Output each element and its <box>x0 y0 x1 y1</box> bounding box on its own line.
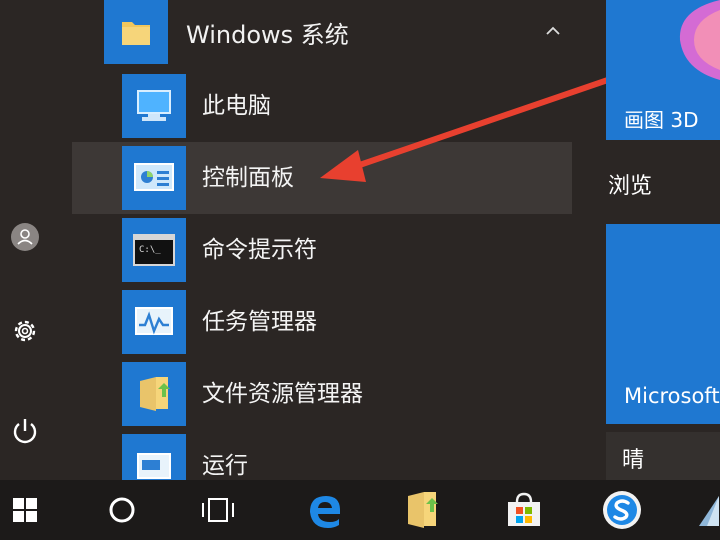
power-button[interactable] <box>4 410 46 452</box>
paint-3d-icon <box>679 0 720 80</box>
app-label: 此电脑 <box>202 93 271 119</box>
store-icon <box>504 490 544 530</box>
edge-icon <box>304 490 344 530</box>
app-label: 控制面板 <box>202 165 294 191</box>
folder-icon <box>119 16 153 48</box>
tile-label: 画图 3D <box>624 108 699 132</box>
tile-column: 画图 3D 浏览 Microsoft 晴 <box>606 0 720 480</box>
sogou-icon <box>601 489 643 531</box>
folder-tile <box>104 0 168 64</box>
computer-icon <box>122 74 186 138</box>
tile-label: Microsoft <box>624 384 720 408</box>
taskbar <box>0 480 720 540</box>
file-explorer-icon <box>402 488 442 532</box>
start-menu: Windows 系统 此电脑 控制面板 C:\_ 命令提示符 任务管理器 文件资… <box>0 0 720 498</box>
sogou-button[interactable] <box>592 480 652 540</box>
settings-button[interactable] <box>4 310 46 352</box>
start-button[interactable] <box>0 480 50 540</box>
task-view-icon <box>200 495 236 525</box>
settings-icon <box>8 314 42 348</box>
app-command-prompt[interactable]: C:\_ 命令提示符 <box>72 214 572 286</box>
edge-button[interactable] <box>294 480 354 540</box>
app-icon <box>689 490 719 530</box>
power-icon <box>9 415 41 447</box>
app-label: 文件资源管理器 <box>202 381 363 407</box>
user-account-button[interactable] <box>4 216 46 258</box>
tile-weather[interactable]: 晴 <box>606 432 720 480</box>
app-task-manager[interactable]: 任务管理器 <box>72 286 572 358</box>
windows-start-icon <box>12 497 38 523</box>
app-label: 命令提示符 <box>202 237 317 263</box>
file-explorer-icon <box>122 362 186 426</box>
file-explorer-taskbar-button[interactable] <box>392 480 452 540</box>
command-prompt-icon: C:\_ <box>122 218 186 282</box>
tile-paint-3d[interactable]: 画图 3D <box>606 0 720 140</box>
tile-label: 晴 <box>622 448 645 473</box>
tile-microsoft[interactable]: Microsoft <box>606 224 720 424</box>
user-icon <box>10 222 40 252</box>
cortana-icon <box>107 495 137 525</box>
cortana-button[interactable] <box>94 480 150 540</box>
control-panel-icon <box>122 146 186 210</box>
app-file-explorer[interactable]: 文件资源管理器 <box>72 358 572 430</box>
task-manager-icon <box>122 290 186 354</box>
app-taskbar-button[interactable] <box>688 480 720 540</box>
section-heading-browse: 浏览 <box>608 174 653 199</box>
app-label: 任务管理器 <box>202 309 317 335</box>
store-button[interactable] <box>494 480 554 540</box>
task-view-button[interactable] <box>190 480 246 540</box>
svg-text:C:\_: C:\_ <box>139 245 161 255</box>
chevron-up-icon[interactable] <box>544 22 562 40</box>
start-rail <box>0 0 50 480</box>
